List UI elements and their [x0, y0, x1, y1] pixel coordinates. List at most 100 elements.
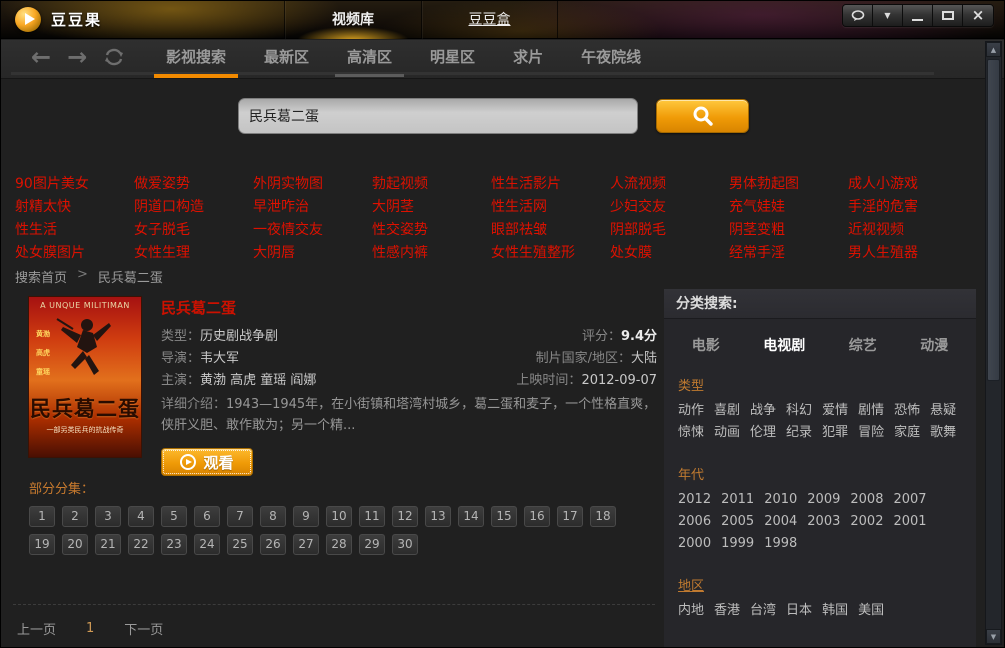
hot-link[interactable]: 经常手淫	[729, 242, 848, 265]
hot-link[interactable]: 90图片美女	[15, 173, 134, 196]
sidebar-filter-link[interactable]: 日本	[786, 600, 812, 622]
episode-button[interactable]: 16	[524, 506, 550, 527]
hot-link[interactable]: 手淫的危害	[848, 196, 967, 219]
hot-link[interactable]: 女性生理	[134, 242, 253, 265]
sidebar-filter-link[interactable]: 2000	[678, 533, 711, 555]
scroll-up-arrow-icon[interactable]: ▲	[986, 42, 1001, 57]
sidebar-filter-link[interactable]: 2012	[678, 489, 711, 511]
sidebar-filter-link[interactable]: 2003	[807, 511, 840, 533]
hot-link[interactable]: 勃起视频	[372, 173, 491, 196]
sidebar-tab[interactable]: 动漫	[920, 335, 948, 355]
sidebar-filter-link[interactable]: 2011	[721, 489, 754, 511]
sidebar-filter-link[interactable]: 美国	[858, 600, 884, 622]
sidebar-tab[interactable]: 电影	[692, 335, 720, 355]
sidebar-filter-link[interactable]: 韩国	[822, 600, 848, 622]
episode-button[interactable]: 2	[62, 506, 88, 527]
sidebar-section-title[interactable]: 地区	[678, 575, 962, 594]
episode-button[interactable]: 25	[227, 534, 253, 555]
menu-button[interactable]: ▼	[873, 5, 903, 26]
episode-button[interactable]: 29	[359, 534, 385, 555]
episode-button[interactable]: 26	[260, 534, 286, 555]
sidebar-filter-link[interactable]: 家庭	[894, 422, 920, 444]
hot-link[interactable]: 性生活网	[491, 196, 610, 219]
hot-link[interactable]: 成人小游戏	[848, 173, 967, 196]
sidebar-filter-link[interactable]: 冒险	[858, 422, 884, 444]
hot-link[interactable]: 性感内裤	[372, 242, 491, 265]
sidebar-filter-link[interactable]: 2008	[850, 489, 883, 511]
sidebar-filter-link[interactable]: 剧情	[858, 400, 884, 422]
titlebar-tab[interactable]: 豆豆盒	[421, 1, 558, 39]
sidebar-tab[interactable]: 电视剧	[763, 335, 805, 355]
episode-button[interactable]: 23	[161, 534, 187, 555]
refresh-icon[interactable]	[103, 47, 125, 67]
back-arrow-icon[interactable]: ←	[31, 45, 51, 69]
prev-page-link[interactable]: 上一页	[17, 619, 56, 638]
episode-button[interactable]: 11	[359, 506, 385, 527]
sidebar-filter-link[interactable]: 2005	[721, 511, 754, 533]
sidebar-filter-link[interactable]: 2006	[678, 511, 711, 533]
episode-button[interactable]: 8	[260, 506, 286, 527]
sidebar-section-title[interactable]: 年代	[678, 464, 962, 483]
hot-link[interactable]: 阴部脱毛	[610, 219, 729, 242]
nav-tab[interactable]: 明星区	[411, 40, 494, 76]
episode-button[interactable]: 28	[326, 534, 352, 555]
episode-button[interactable]: 19	[29, 534, 55, 555]
episode-button[interactable]: 24	[194, 534, 220, 555]
hot-link[interactable]: 大阴茎	[372, 196, 491, 219]
hot-link[interactable]: 男人生殖器	[848, 242, 967, 265]
sidebar-filter-link[interactable]: 伦理	[750, 422, 776, 444]
sidebar-filter-link[interactable]: 2007	[893, 489, 926, 511]
episode-button[interactable]: 6	[194, 506, 220, 527]
hot-link[interactable]: 近视视频	[848, 219, 967, 242]
episode-button[interactable]: 3	[95, 506, 121, 527]
breadcrumb-item[interactable]: 搜索首页	[15, 267, 67, 286]
episode-button[interactable]: 12	[392, 506, 418, 527]
hot-link[interactable]: 女子脱毛	[134, 219, 253, 242]
minimize-button[interactable]	[903, 5, 933, 26]
hot-link[interactable]: 眼部祛皱	[491, 219, 610, 242]
sidebar-filter-link[interactable]: 歌舞	[930, 422, 956, 444]
hot-link[interactable]: 充气娃娃	[729, 196, 848, 219]
sidebar-filter-link[interactable]: 2004	[764, 511, 797, 533]
sidebar-filter-link[interactable]: 纪录	[786, 422, 812, 444]
sidebar-filter-link[interactable]: 2009	[807, 489, 840, 511]
sidebar-filter-link[interactable]: 2010	[764, 489, 797, 511]
sidebar-filter-link[interactable]: 爱情	[822, 400, 848, 422]
nav-tab[interactable]: 求片	[494, 40, 562, 76]
hot-link[interactable]: 做爱姿势	[134, 173, 253, 196]
sidebar-filter-link[interactable]: 科幻	[786, 400, 812, 422]
episode-button[interactable]: 5	[161, 506, 187, 527]
sidebar-filter-link[interactable]: 犯罪	[822, 422, 848, 444]
hot-link[interactable]: 早泄咋治	[253, 196, 372, 219]
sidebar-filter-link[interactable]: 惊悚	[678, 422, 704, 444]
movie-poster[interactable]: A UNQUE MILITIMAN 黄渤高虎童瑶 民兵葛二蛋 一部另类民兵的抗战…	[29, 297, 141, 457]
episode-button[interactable]: 18	[590, 506, 616, 527]
episode-button[interactable]: 30	[392, 534, 418, 555]
sidebar-filter-link[interactable]: 1998	[764, 533, 797, 555]
sidebar-filter-link[interactable]: 悬疑	[930, 400, 956, 422]
current-page-number[interactable]: 1	[86, 621, 94, 636]
hot-link[interactable]: 性交姿势	[372, 219, 491, 242]
hot-link[interactable]: 阴茎变粗	[729, 219, 848, 242]
scroll-down-arrow-icon[interactable]: ▼	[986, 629, 1001, 644]
episode-button[interactable]: 21	[95, 534, 121, 555]
episode-button[interactable]: 17	[557, 506, 583, 527]
sidebar-filter-link[interactable]: 2001	[893, 511, 926, 533]
titlebar-tab[interactable]: 视频库	[284, 1, 421, 39]
next-page-link[interactable]: 下一页	[124, 619, 163, 638]
hot-link[interactable]: 一夜情交友	[253, 219, 372, 242]
episode-button[interactable]: 4	[128, 506, 154, 527]
hot-link[interactable]: 大阴唇	[253, 242, 372, 265]
search-button[interactable]	[656, 99, 749, 133]
nav-tab[interactable]: 影视搜索	[147, 40, 245, 76]
close-button[interactable]: ×	[963, 5, 993, 26]
episode-button[interactable]: 9	[293, 506, 319, 527]
sidebar-filter-link[interactable]: 2002	[850, 511, 883, 533]
maximize-button[interactable]	[933, 5, 963, 26]
sidebar-filter-link[interactable]: 台湾	[750, 600, 776, 622]
sidebar-filter-link[interactable]: 内地	[678, 600, 704, 622]
episode-button[interactable]: 7	[227, 506, 253, 527]
vertical-scrollbar[interactable]: ▲ ▼	[985, 41, 1002, 645]
sidebar-filter-link[interactable]: 喜剧	[714, 400, 740, 422]
episode-button[interactable]: 15	[491, 506, 517, 527]
